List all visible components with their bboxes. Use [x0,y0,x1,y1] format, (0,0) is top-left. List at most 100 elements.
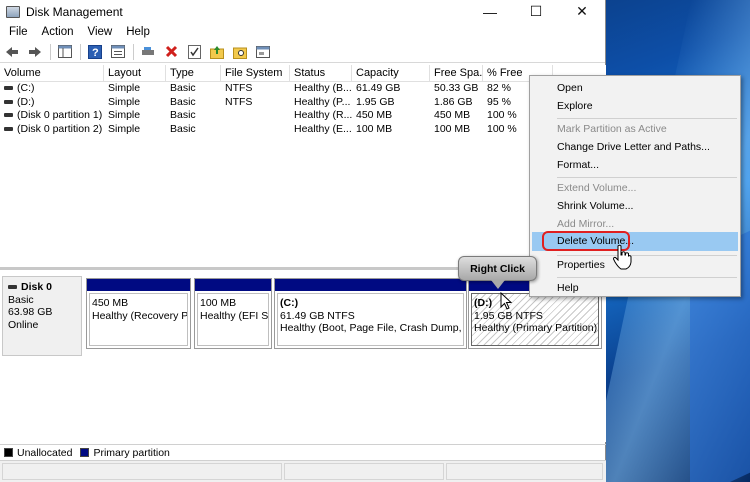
partition-title: (D:) [474,297,493,309]
legend: Unallocated Primary partition [0,444,606,460]
table-row[interactable]: (D:) Simple Basic NTFS Healthy (P... 1.9… [0,96,606,110]
column-free-space[interactable]: Free Spa... [430,65,483,81]
toolbar-separator [50,43,51,60]
column-capacity[interactable]: Capacity [352,65,430,81]
menu-item-explore[interactable]: Explore [557,98,593,114]
menu-item-format[interactable]: Format... [557,157,599,173]
minimize-button[interactable]: — [467,0,513,23]
column-volume[interactable]: Volume [0,65,104,81]
column-status[interactable]: Status [290,65,352,81]
menu-separator [557,277,737,278]
partition-c[interactable]: (C:) 61.49 GB NTFS Healthy (Boot, Page F… [274,278,467,349]
status-cell: Healthy (P... [294,95,351,108]
layout-cell: Simple [108,122,141,135]
disk-0-label[interactable]: Disk 0 Basic 63.98 GB Online [2,276,82,356]
capacity-cell: 1.95 GB [356,95,395,108]
percent-free-cell: 100 % [487,122,517,135]
properties-sheet-icon[interactable] [110,44,126,60]
partition-status: Healthy (Boot, Page File, Crash Dump, Pr… [280,322,464,334]
back-arrow-icon[interactable] [4,44,20,60]
partition-body: 100 MB Healthy (EFI Sys [197,293,269,346]
file-system-cell: NTFS [225,95,253,108]
maximize-button[interactable]: ☐ [513,0,559,23]
partition-status: Healthy (EFI Sys [200,309,269,322]
partition-efi[interactable]: 100 MB Healthy (EFI Sys [194,278,272,349]
type-cell: Basic [170,82,196,94]
menu-item-change-drive-letter[interactable]: Change Drive Letter and Paths... [557,139,710,155]
free-space-cell: 450 MB [434,109,471,121]
volume-name: (D:) [17,95,35,108]
table-row[interactable]: (C:) Simple Basic NTFS Healthy (B... 61.… [0,82,606,96]
menu-file[interactable]: File [2,26,35,38]
menu-view[interactable]: View [81,26,120,38]
close-button[interactable]: ✕ [559,0,605,23]
menu-item-shrink-volume[interactable]: Shrink Volume... [557,198,633,214]
partition-body: (D:) 1.95 GB NTFS Healthy (Primary Parti… [471,293,599,346]
drive-icon [4,126,13,131]
callout-tail [491,280,505,289]
legend-primary-partition: Primary partition [93,446,170,459]
free-space-cell: 1.86 GB [434,95,473,108]
dialog-icon[interactable] [255,44,271,60]
table-row[interactable]: (Disk 0 partition 1) Simple Basic Health… [0,109,606,123]
menu-item-add-mirror[interactable]: Add Mirror... [557,216,614,232]
menu-item-open[interactable]: Open [557,80,583,96]
capacity-cell: 450 MB [356,109,393,121]
menu-item-extend-volume[interactable]: Extend Volume... [557,180,636,196]
partition-color-bar [275,279,466,291]
toolbar-separator [80,43,81,60]
disk-graphical-view: Disk 0 Basic 63.98 GB Online 450 MB Heal… [0,270,606,442]
status-cell: Healthy (B... [294,82,352,94]
menu-action[interactable]: Action [35,26,81,38]
disk-icon [8,285,17,290]
menu-help[interactable]: Help [119,26,157,38]
volume-name: (Disk 0 partition 2) [17,122,103,135]
layout-cell: Simple [108,82,141,94]
disk-type: Basic [8,293,34,306]
volume-list-header: Volume Layout Type File System Status Ca… [0,65,606,82]
layout-cell: Simple [108,95,141,108]
legend-unallocated: Unallocated [17,446,73,459]
status-bar [0,460,606,482]
partition-body: (C:) 61.49 GB NTFS Healthy (Boot, Page F… [277,293,464,346]
check-properties-icon[interactable] [186,44,202,60]
status-pane [284,463,444,480]
disk-management-window: Disk Management — ☐ ✕ File Action View H… [0,0,606,482]
volume-cell: (Disk 0 partition 1) [0,109,104,123]
column-layout[interactable]: Layout [104,65,166,81]
percent-free-cell: 82 % [487,82,511,94]
forward-arrow-icon[interactable] [27,44,43,60]
console-tree-icon[interactable] [57,44,73,60]
table-row[interactable]: (Disk 0 partition 2) Simple Basic Health… [0,123,606,137]
partition-recovery[interactable]: 450 MB Healthy (Recovery Par [86,278,191,349]
file-system-cell: NTFS [225,82,253,94]
delete-icon[interactable] [163,44,179,60]
partition-color-bar [195,279,271,291]
partition-body: 450 MB Healthy (Recovery Par [89,293,188,346]
capacity-cell: 61.49 GB [356,82,401,94]
disk-state: Online [8,318,39,331]
column-file-system[interactable]: File System [221,65,290,81]
file-system-cell [221,123,290,137]
partition-title: (C:) [280,297,299,309]
menu-item-help[interactable]: Help [557,280,579,296]
toolbar-separator [133,43,134,60]
primary-partition-swatch [80,448,90,457]
toolbar: ? [0,41,605,63]
partition-size: 450 MB [92,297,129,309]
status-cell: Healthy (E... [294,122,352,135]
disk-name: Disk 0 [8,281,76,294]
menu-item-properties[interactable]: Properties [557,257,605,273]
free-space-cell: 100 MB [434,122,471,135]
menu-bar: File Action View Help [0,23,605,41]
layout-cell: Simple [108,109,141,121]
connect-drive-icon[interactable] [140,44,156,60]
menu-item-mark-active[interactable]: Mark Partition as Active [557,121,667,137]
column-type[interactable]: Type [166,65,221,81]
folder-up-icon[interactable] [209,44,225,60]
volume-list: Volume Layout Type File System Status Ca… [0,65,606,265]
disk-management-icon [6,5,20,18]
type-cell: Basic [170,95,196,108]
folder-search-icon[interactable] [232,44,248,60]
help-icon[interactable]: ? [87,44,103,60]
